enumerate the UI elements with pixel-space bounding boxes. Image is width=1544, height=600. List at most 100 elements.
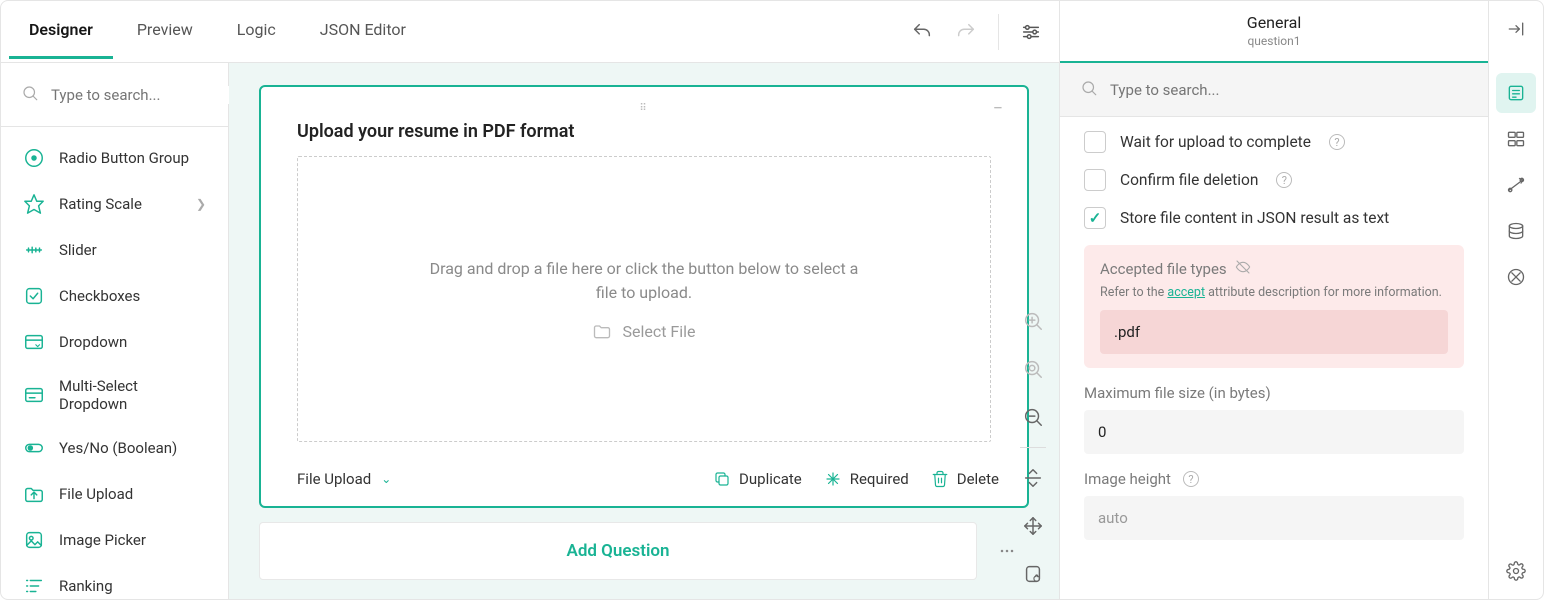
toolbox-item-label: Checkboxes <box>59 287 140 305</box>
radio-icon <box>23 147 45 169</box>
toggle-icon <box>23 437 45 459</box>
question-title[interactable]: Upload your resume in PDF format <box>261 115 1027 156</box>
select-file-button[interactable]: Select File <box>592 321 695 341</box>
toolbox-search-input[interactable] <box>51 86 250 104</box>
drag-dots-icon: ⠿ <box>639 103 648 114</box>
multiselect-icon <box>23 384 45 406</box>
rail-tab-general[interactable] <box>1496 73 1536 113</box>
zoom-out-button[interactable] <box>1015 399 1051 435</box>
card-footer: File Upload ⌄ Duplicate Required <box>261 460 1027 506</box>
separator <box>998 14 999 50</box>
toolbox-panel: Radio Button Group Rating Scale ❯ Slider… <box>1 63 229 599</box>
confirm-delete-checkbox[interactable]: Confirm file deletion ? <box>1084 169 1464 191</box>
asterisk-icon <box>824 470 842 488</box>
undo-button[interactable] <box>902 12 942 52</box>
right-rail <box>1489 1 1543 599</box>
move-button[interactable] <box>1015 508 1051 544</box>
props-search-input[interactable] <box>1110 81 1468 99</box>
tab-preview[interactable]: Preview <box>117 4 213 59</box>
select-file-label: Select File <box>622 322 695 341</box>
help-icon[interactable]: ? <box>1183 471 1199 487</box>
rail-settings-button[interactable] <box>1496 551 1536 591</box>
rail-tab-layout[interactable] <box>1496 119 1536 159</box>
collapse-vertical-button[interactable] <box>1015 460 1051 496</box>
store-json-checkbox[interactable]: Store file content in JSON result as tex… <box>1084 207 1464 229</box>
required-toggle[interactable]: Required <box>824 470 909 488</box>
redo-button[interactable] <box>946 12 986 52</box>
duplicate-icon <box>713 470 731 488</box>
eye-off-icon[interactable] <box>1235 259 1251 279</box>
toolbox-item-imagepicker[interactable]: Image Picker <box>1 517 228 563</box>
toolbox-item-ranking[interactable]: Ranking <box>1 563 228 599</box>
folder-icon <box>592 321 612 341</box>
design-canvas: ⠿ − Upload your resume in PDF format Dra… <box>229 63 1059 599</box>
rail-tab-logic[interactable] <box>1496 165 1536 205</box>
separator <box>1020 447 1046 448</box>
wait-upload-checkbox[interactable]: Wait for upload to complete ? <box>1084 131 1464 153</box>
max-size-input[interactable] <box>1084 410 1464 454</box>
tab-json-editor[interactable]: JSON Editor <box>300 4 426 59</box>
checkbox-icon[interactable] <box>1084 207 1106 229</box>
toolbox-item-fileupload[interactable]: File Upload <box>1 471 228 517</box>
store-json-label: Store file content in JSON result as tex… <box>1120 209 1389 227</box>
toolbox-item-slider[interactable]: Slider <box>1 227 228 273</box>
toolbox-item-label: Ranking <box>59 577 113 595</box>
accepted-label: Accepted file types <box>1100 260 1227 278</box>
rail-tab-data[interactable] <box>1496 211 1536 251</box>
duplicate-button[interactable]: Duplicate <box>713 470 802 488</box>
collapse-panel-button[interactable] <box>1496 9 1536 49</box>
accept-link[interactable]: accept <box>1167 285 1205 300</box>
toolbox-search <box>1 63 228 127</box>
zoom-in-button[interactable] <box>1015 303 1051 339</box>
zoom-fit-button[interactable] <box>1015 351 1051 387</box>
toolbox-item-dropdown[interactable]: Dropdown <box>1 319 228 365</box>
toolbox-item-boolean[interactable]: Yes/No (Boolean) <box>1 425 228 471</box>
toolbox-item-label: Dropdown <box>59 333 127 351</box>
tab-logic[interactable]: Logic <box>217 4 296 59</box>
tab-designer[interactable]: Designer <box>9 4 113 59</box>
properties-panel: General question1 Wait for upload to com… <box>1060 1 1489 599</box>
search-icon <box>1080 79 1098 101</box>
wait-upload-label: Wait for upload to complete <box>1120 133 1311 151</box>
delete-button[interactable]: Delete <box>931 470 999 488</box>
question-type-label: File Upload <box>297 470 371 488</box>
toolbox-item-label: Multi-Select Dropdown <box>59 377 206 413</box>
checkbox-icon <box>23 285 45 307</box>
toolbox-item-label: Slider <box>59 241 97 259</box>
toolbox-item-multiselect[interactable]: Multi-Select Dropdown <box>1 365 228 425</box>
toolbox-item-label: Yes/No (Boolean) <box>59 439 177 457</box>
rail-tab-validation[interactable] <box>1496 257 1536 297</box>
file-dropzone[interactable]: Drag and drop a file here or click the b… <box>297 156 991 442</box>
zoom-toolbar <box>1015 303 1051 592</box>
image-icon <box>23 529 45 551</box>
properties-header: General question1 <box>1060 1 1488 63</box>
props-subtitle: question1 <box>1060 34 1488 48</box>
question-type-selector[interactable]: File Upload ⌄ <box>297 470 391 488</box>
ranking-icon <box>23 575 45 597</box>
toolbox-item-label: File Upload <box>59 485 133 503</box>
max-size-label: Maximum file size (in bytes) <box>1084 384 1464 402</box>
toolbox-item-radio[interactable]: Radio Button Group <box>1 135 228 181</box>
question-card[interactable]: ⠿ − Upload your resume in PDF format Dra… <box>259 85 1029 508</box>
help-icon[interactable]: ? <box>1276 172 1292 188</box>
toolbox-item-rating[interactable]: Rating Scale ❯ <box>1 181 228 227</box>
help-icon[interactable]: ? <box>1329 134 1345 150</box>
dots-icon <box>997 541 1017 561</box>
confirm-delete-label: Confirm file deletion <box>1120 171 1258 189</box>
props-title: General <box>1060 13 1488 32</box>
card-drag-handle[interactable]: ⠿ − <box>261 101 1027 115</box>
action-label: Required <box>850 470 909 488</box>
lock-device-button[interactable] <box>1015 556 1051 592</box>
action-label: Duplicate <box>739 470 802 488</box>
settings-icon[interactable] <box>1011 12 1051 52</box>
dropzone-hint: Drag and drop a file here or click the b… <box>424 257 864 305</box>
accepted-hint: Refer to the accept attribute descriptio… <box>1100 285 1448 300</box>
checkbox-icon[interactable] <box>1084 131 1106 153</box>
checkbox-icon[interactable] <box>1084 169 1106 191</box>
accepted-types-input[interactable] <box>1100 310 1448 354</box>
action-label: Delete <box>957 470 999 488</box>
add-question-button[interactable]: Add Question <box>259 522 977 580</box>
collapse-icon[interactable]: − <box>993 98 1003 119</box>
image-height-input[interactable] <box>1084 496 1464 540</box>
toolbox-item-checkboxes[interactable]: Checkboxes <box>1 273 228 319</box>
